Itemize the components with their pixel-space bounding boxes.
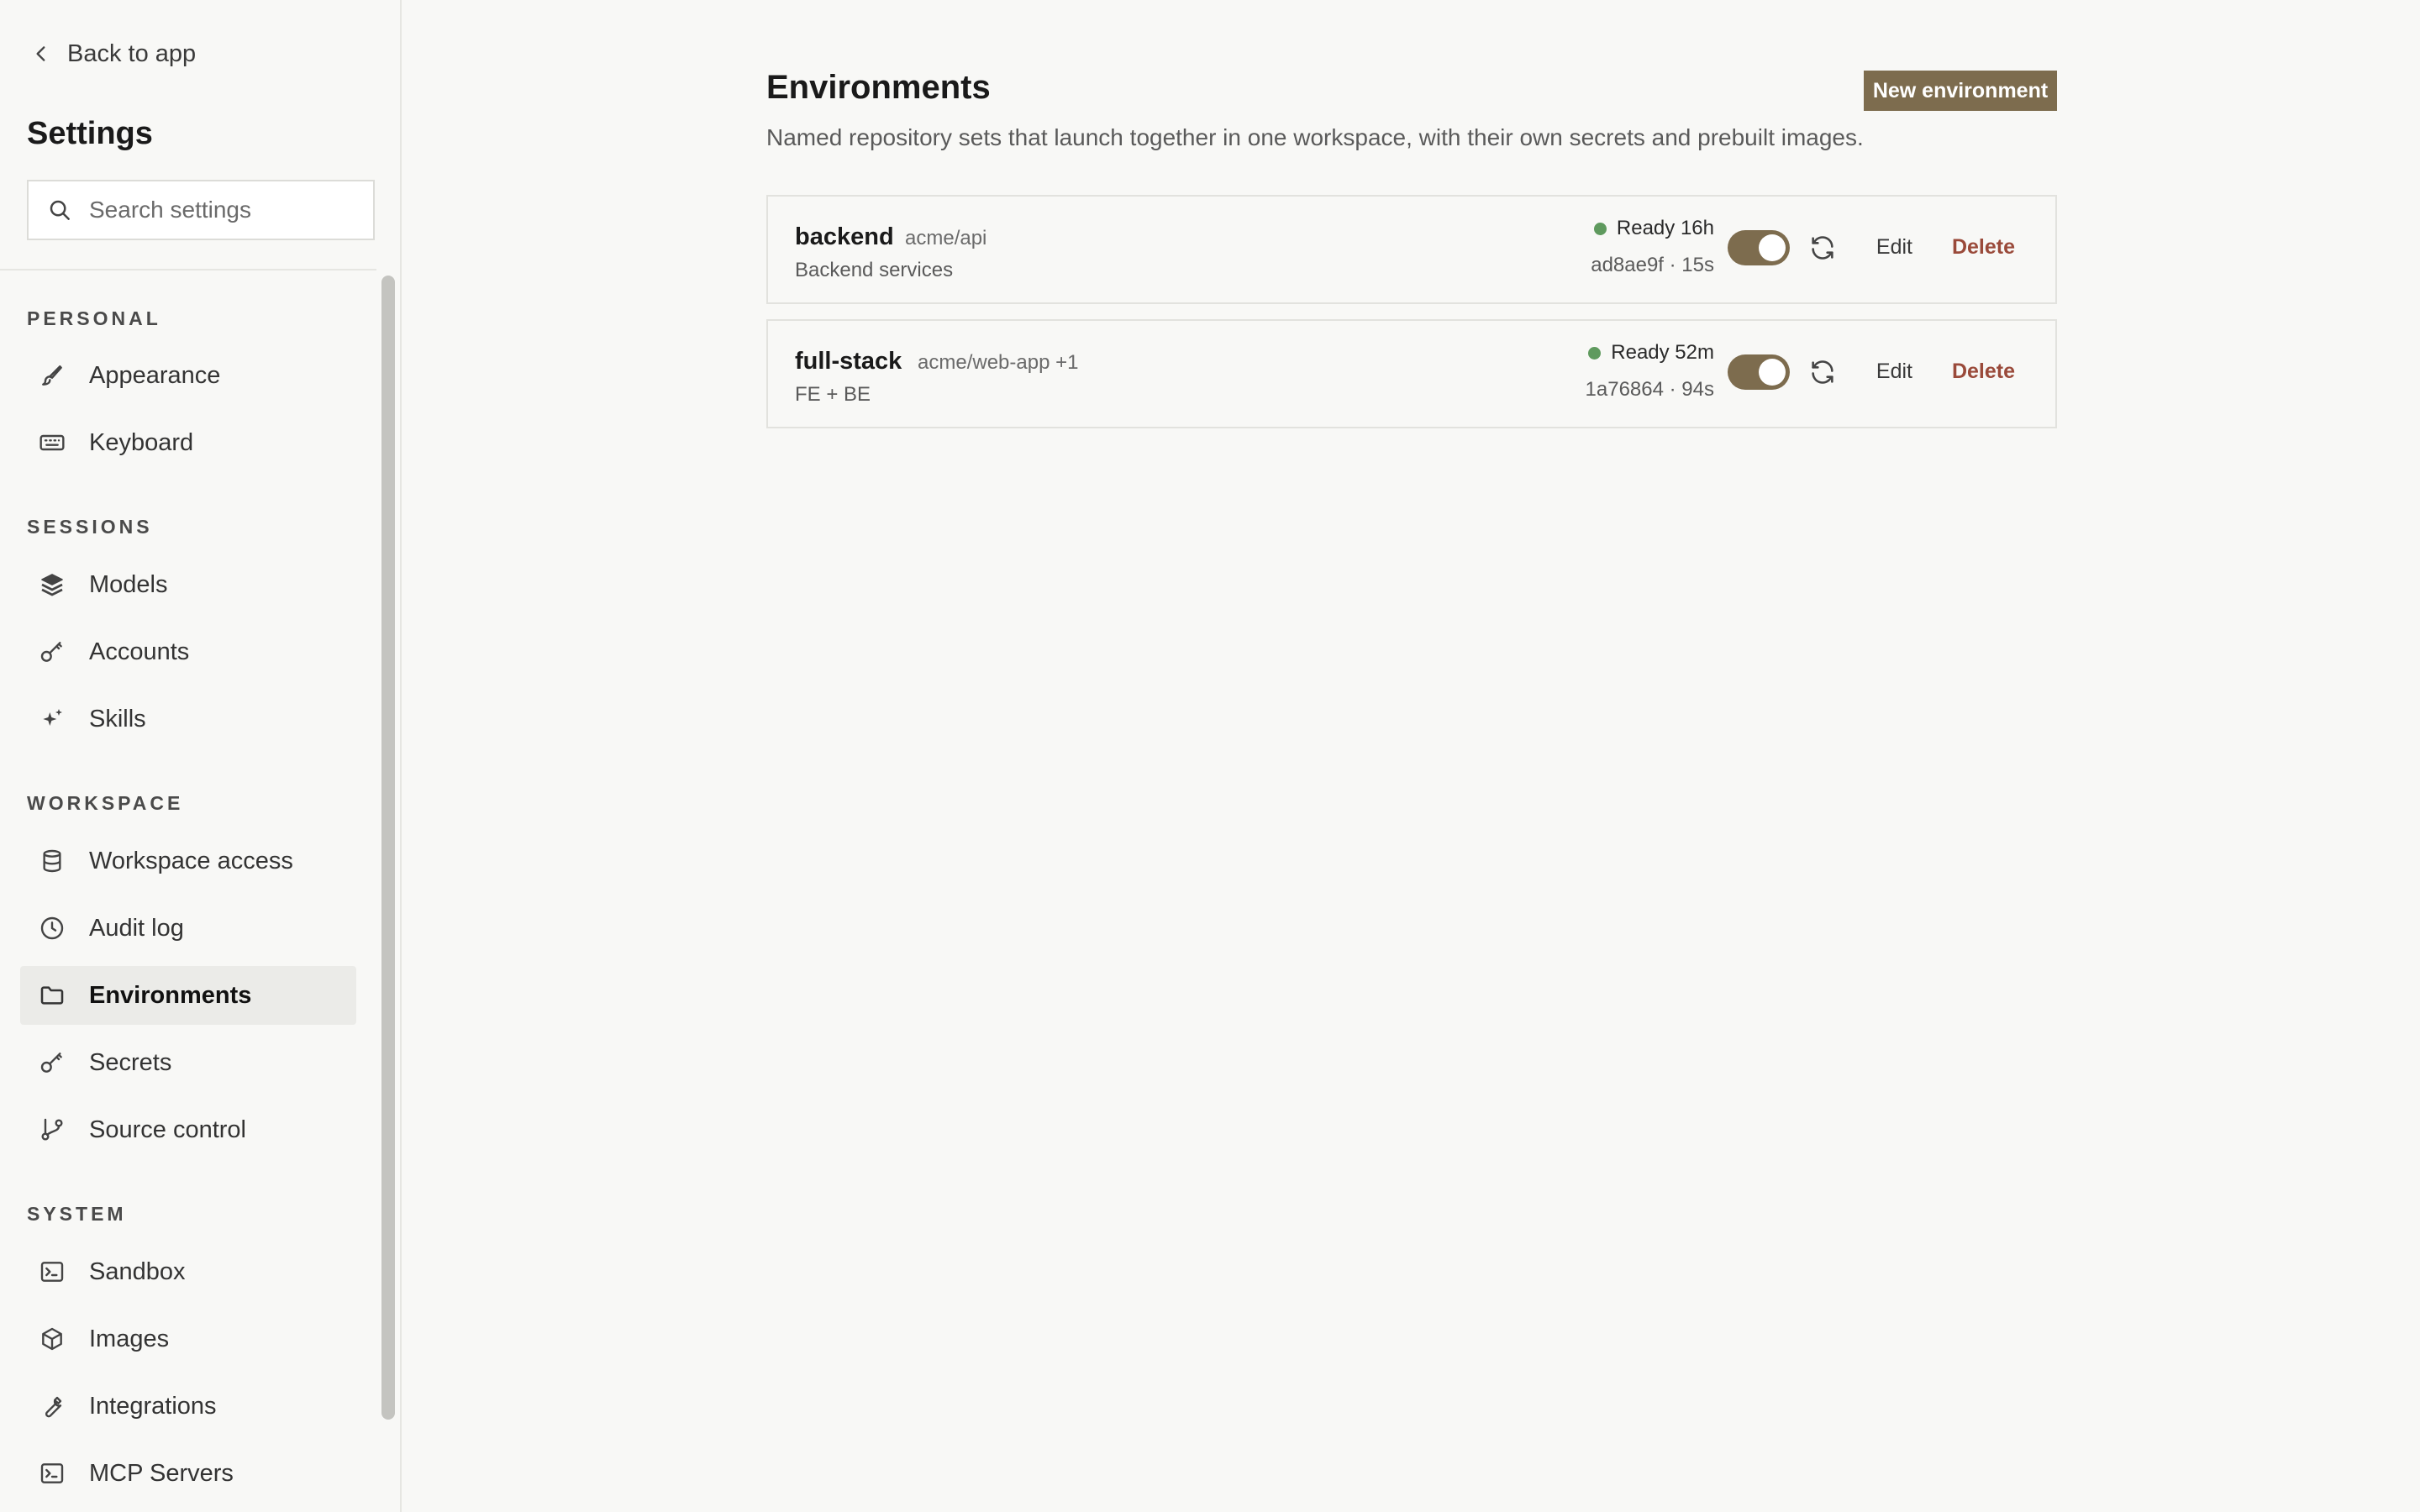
search-box[interactable]: [27, 180, 375, 240]
status-badge: Ready 52m: [1588, 341, 1714, 365]
back-to-app-link[interactable]: Back to app: [30, 34, 196, 74]
git-branch-icon: [41, 1118, 63, 1141]
sidebar-item-label: Source control: [89, 1116, 246, 1143]
environment-name: full-stack: [795, 348, 902, 375]
wrench-icon: [45, 1396, 62, 1418]
database-icon: [43, 849, 61, 873]
section-label-system: SYSTEM: [27, 1203, 127, 1225]
environment-build-meta: 1a76864 · 94s: [1585, 378, 1714, 401]
page-title: Environments: [766, 69, 991, 106]
status-badge: Ready 16h: [1593, 217, 1714, 240]
sidebar-item-images[interactable]: Images: [20, 1310, 356, 1368]
section-label-personal: PERSONAL: [27, 307, 161, 329]
back-to-app-label: Back to app: [67, 39, 197, 67]
sidebar-item-label: Sandbox: [89, 1257, 186, 1285]
sparkle-icon: [43, 709, 62, 726]
sidebar-divider: [0, 269, 376, 270]
status-dot-icon: [1593, 222, 1607, 235]
sidebar-item-secrets[interactable]: Secrets: [20, 1033, 356, 1092]
delete-button[interactable]: Delete: [1952, 235, 2015, 260]
sidebar-item-source-control[interactable]: Source control: [20, 1100, 356, 1159]
page-description: Named repository sets that launch togeth…: [766, 124, 1864, 150]
sidebar-item-keyboard[interactable]: Keyboard: [20, 413, 356, 472]
sidebar-item-models[interactable]: Models: [20, 555, 356, 614]
new-environment-button[interactable]: New environment: [1864, 71, 2057, 111]
sidebar-item-label: Models: [89, 570, 168, 598]
environment-enabled-toggle[interactable]: [1728, 230, 1790, 265]
section-label-sessions: SESSIONS: [27, 516, 153, 538]
sidebar-item-label: Integrations: [89, 1392, 217, 1420]
edit-button[interactable]: Edit: [1876, 235, 1912, 260]
sidebar-item-skills[interactable]: Skills: [20, 690, 356, 748]
key-icon: [40, 1053, 62, 1073]
clock-icon: [40, 916, 64, 940]
sidebar-scrollbar[interactable]: [381, 276, 395, 1420]
sidebar-item-label: Secrets: [89, 1048, 172, 1076]
sidebar-item-sandbox[interactable]: Sandbox: [20, 1242, 356, 1301]
environment-card: full-stack acme/web-app +1 FE + BE Ready…: [766, 319, 2057, 428]
toggle-knob: [1759, 234, 1786, 261]
sidebar-item-label: Keyboard: [89, 428, 194, 456]
environment-enabled-toggle[interactable]: [1728, 354, 1790, 390]
sidebar-item-environments[interactable]: Environments: [20, 966, 356, 1025]
sidebar-item-label: Accounts: [89, 638, 190, 665]
sidebar-item-label: Environments: [89, 981, 252, 1009]
sidebar-item-label: Audit log: [89, 914, 184, 942]
sidebar-item-workspace-access[interactable]: Workspace access: [20, 832, 356, 890]
section-label-workspace: WORKSPACE: [27, 792, 184, 814]
refresh-icon[interactable]: [1808, 234, 1837, 262]
sidebar-item-label: Workspace access: [89, 847, 293, 874]
sidebar-item-label: MCP Servers: [89, 1459, 234, 1487]
environment-repo: acme/web-app +1: [918, 351, 1079, 374]
environment-description: FE + BE: [795, 383, 871, 406]
environment-name: backend: [795, 223, 894, 250]
environment-build-meta: ad8ae9f · 15s: [1591, 254, 1714, 276]
environment-card: backend acme/api Backend services Ready …: [766, 195, 2057, 304]
refresh-icon[interactable]: [1808, 358, 1837, 386]
sidebar-item-label: Images: [89, 1325, 170, 1352]
key-icon: [40, 642, 62, 662]
sidebar-item-accounts[interactable]: Accounts: [20, 622, 356, 681]
search-input[interactable]: [87, 196, 368, 224]
delete-button[interactable]: Delete: [1952, 360, 2015, 384]
status-text: Ready 16h: [1616, 217, 1714, 239]
settings-sidebar: Back to app Settings PERSONAL Appearance…: [0, 0, 402, 1512]
terminal-icon: [40, 1262, 64, 1282]
package-icon: [42, 1327, 62, 1351]
status-dot-icon: [1588, 346, 1602, 360]
environment-repo: acme/api: [905, 227, 987, 249]
sidebar-item-label: Appearance: [89, 361, 221, 389]
edit-button[interactable]: Edit: [1876, 360, 1912, 384]
environment-description: Backend services: [795, 259, 954, 281]
sidebar-item-label: Skills: [89, 705, 146, 732]
sidebar-item-appearance[interactable]: Appearance: [20, 346, 356, 405]
sidebar-title: Settings: [27, 116, 153, 151]
sidebar-item-mcp-servers[interactable]: MCP Servers: [20, 1444, 356, 1503]
chevron-left-icon: [36, 46, 45, 61]
sidebar-item-integrations[interactable]: Integrations: [20, 1377, 356, 1436]
search-icon: [50, 200, 70, 220]
keyboard-icon: [39, 434, 65, 451]
terminal-icon: [40, 1463, 64, 1483]
brush-icon: [42, 365, 62, 386]
folder-icon: [40, 986, 64, 1005]
status-text: Ready 52m: [1611, 341, 1714, 364]
toggle-knob: [1759, 359, 1786, 386]
layers-icon: [41, 574, 63, 596]
sidebar-item-audit-log[interactable]: Audit log: [20, 899, 356, 958]
